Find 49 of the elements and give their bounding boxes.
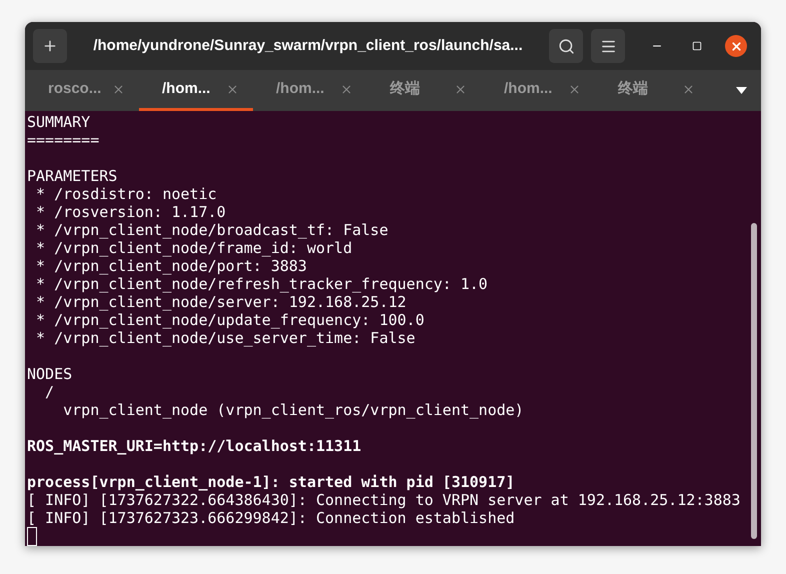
terminal-line: PARAMETERS: [27, 167, 118, 185]
maximize-icon: [692, 41, 702, 51]
terminal-line: * /vrpn_client_node/update_frequency: 100.0: [35, 311, 424, 329]
close-tab-icon[interactable]: [226, 82, 239, 96]
close-tab-icon[interactable]: [568, 82, 581, 96]
tab-label: /hom...: [276, 78, 324, 99]
search-button[interactable]: [549, 29, 583, 63]
close-button[interactable]: [725, 35, 747, 57]
search-icon: [558, 38, 574, 54]
terminal-line: * /vrpn_client_node/refresh_tracker_frequency: 1.0: [35, 275, 488, 293]
terminal-line: * /vrpn_client_node/frame_id: world: [35, 239, 352, 257]
tab-label: /hom...: [162, 78, 210, 99]
terminal-line: SUMMARY: [27, 113, 90, 131]
tab[interactable]: /hom...: [481, 70, 595, 111]
tab-label: rosco...: [48, 78, 102, 99]
tab[interactable]: 终端: [595, 70, 709, 111]
close-tab-icon[interactable]: [112, 82, 125, 96]
tab-label: /hom...: [504, 78, 552, 99]
terminal-line: NODES: [27, 365, 72, 383]
close-icon: [730, 40, 742, 52]
close-tab-icon[interactable]: [682, 82, 695, 96]
menu-button[interactable]: [591, 29, 625, 63]
dropdown-caret-icon[interactable]: [736, 87, 747, 94]
tab[interactable]: /hom...: [139, 70, 253, 111]
terminal-line: vrpn_client_node (vrpn_client_ros/vrpn_client_node): [62, 401, 524, 419]
terminal-line: /: [44, 383, 54, 401]
tab[interactable]: rosco...: [25, 70, 139, 111]
terminal-line: * /vrpn_client_node/port: 3883: [35, 257, 307, 275]
terminal-line: * /vrpn_client_node/broadcast_tf: False: [35, 221, 388, 239]
tab-label: 终端: [390, 78, 420, 99]
window-title: /home/yundrone/Sunray_swarm/vrpn_client_ros/launch/sa...: [93, 36, 523, 56]
terminal-line: * /rosversion: 1.17.0: [35, 203, 226, 221]
terminal-line: [ INFO] [1737627322.664386430]: Connecting to VRPN server at 192.168.25.12:3883: [27, 491, 740, 509]
terminal-line: [ INFO] [1737627323.666299842]: Connection established: [27, 509, 515, 527]
terminal-line: * /rosdistro: noetic: [35, 185, 217, 203]
tab[interactable]: 终端: [367, 70, 481, 111]
terminal-line: * /vrpn_client_node/server: 192.168.25.12: [35, 293, 406, 311]
terminal-line: * /vrpn_client_node/use_server_time: False: [35, 329, 416, 347]
tab-label: 终端: [618, 78, 648, 99]
close-tab-icon[interactable]: [454, 82, 467, 96]
close-tab-icon[interactable]: [340, 82, 353, 96]
terminal-line: ROS_MASTER_URI=http://localhost:11311: [27, 437, 362, 455]
tab[interactable]: /hom...: [253, 70, 367, 111]
scrollbar-thumb[interactable]: [751, 223, 757, 539]
new-tab-button[interactable]: [33, 29, 67, 63]
text-cursor: [27, 527, 37, 546]
terminal-line: process[vrpn_client_node-1]: started with pid [310917]: [27, 473, 515, 491]
terminal-line: ========: [27, 131, 100, 149]
add-tab-icon: [42, 38, 58, 54]
